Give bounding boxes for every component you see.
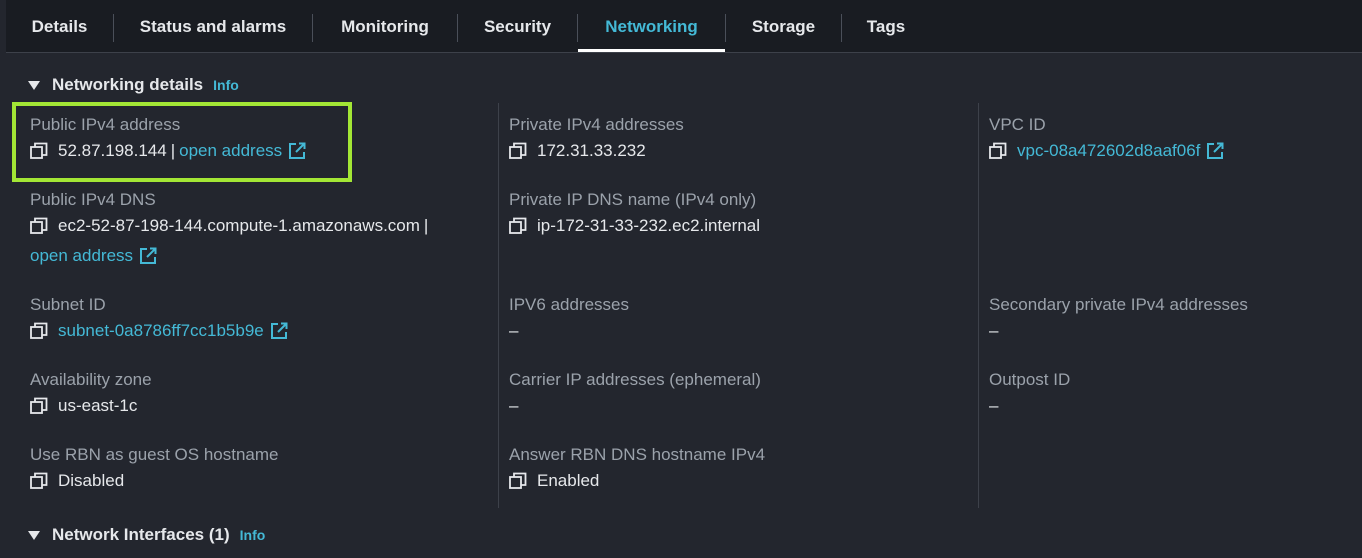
- field-label: VPC ID: [989, 115, 1046, 134]
- secondary-private-ipv4-field: Secondary private IPv4 addresses –: [989, 293, 1362, 345]
- tab-storage[interactable]: Storage: [726, 0, 841, 52]
- caret-down-icon[interactable]: [28, 80, 40, 90]
- field-value: subnet-0a8786ff7cc1b5b9e: [30, 317, 470, 345]
- external-link-icon[interactable]: [1206, 142, 1224, 160]
- availability-zone-value[interactable]: us-east-1c: [58, 392, 137, 420]
- open-address-link[interactable]: open address: [179, 137, 282, 165]
- outpost-id-field: Outpost ID –: [989, 368, 1362, 420]
- private-ipv4-field: Private IPv4 addresses 172.31.33.232: [509, 113, 949, 165]
- copy-icon[interactable]: [509, 472, 527, 490]
- tab-networking[interactable]: Networking: [578, 0, 725, 52]
- external-link-icon[interactable]: [288, 142, 306, 160]
- vpc-id-link[interactable]: vpc-08a472602d8aaf06f: [1017, 137, 1200, 165]
- field-value-link: open address: [30, 242, 470, 270]
- private-ipv4-value[interactable]: 172.31.33.232: [537, 137, 646, 165]
- field-value: Disabled: [30, 467, 470, 495]
- field-label: Use RBN as guest OS hostname: [30, 445, 279, 464]
- field-value: ip-172-31-33-232.ec2.internal: [509, 212, 949, 240]
- subnet-id-field: Subnet ID subnet-0a8786ff7cc1b5b9e: [30, 293, 470, 345]
- copy-icon[interactable]: [30, 472, 48, 490]
- rbn-hostname-value[interactable]: Disabled: [58, 467, 124, 495]
- section-title: Network Interfaces (1): [52, 525, 230, 544]
- field-label: Private IP DNS name (IPv4 only): [509, 190, 757, 209]
- ipv6-field: IPV6 addresses –: [509, 293, 949, 345]
- tab-monitoring[interactable]: Monitoring: [313, 0, 457, 52]
- field-label: Outpost ID: [989, 370, 1071, 389]
- copy-icon[interactable]: [509, 217, 527, 235]
- empty-value: –: [509, 321, 519, 340]
- copy-icon[interactable]: [989, 142, 1007, 160]
- separator: |: [170, 141, 176, 160]
- tab-status-and-alarms[interactable]: Status and alarms: [114, 0, 312, 52]
- public-ipv4-field: Public IPv4 address 52.87.198.144 | open…: [30, 113, 470, 165]
- rbn-dns-field: Answer RBN DNS hostname IPv4 Enabled: [509, 443, 949, 495]
- column-divider: [978, 103, 979, 508]
- separator: |: [423, 216, 429, 235]
- field-value: –: [509, 392, 949, 420]
- field-value: ec2-52-87-198-144.compute-1.amazonaws.co…: [30, 212, 470, 240]
- section-title: Networking details: [52, 75, 204, 94]
- tab-bar: Details Status and alarms Monitoring Sec…: [6, 0, 1362, 53]
- field-label: Public IPv4 address: [30, 115, 181, 134]
- private-dns-value[interactable]: ip-172-31-33-232.ec2.internal: [537, 212, 760, 240]
- empty-value: –: [509, 396, 519, 415]
- copy-icon[interactable]: [30, 217, 48, 235]
- field-label: Subnet ID: [30, 295, 106, 314]
- field-label: IPV6 addresses: [509, 295, 630, 314]
- field-label: Answer RBN DNS hostname IPv4: [509, 445, 766, 464]
- private-dns-field: Private IP DNS name (IPv4 only) ip-172-3…: [509, 188, 949, 240]
- subnet-id-link[interactable]: subnet-0a8786ff7cc1b5b9e: [58, 317, 264, 345]
- open-address-link[interactable]: open address: [30, 242, 133, 270]
- external-link-icon[interactable]: [139, 247, 157, 265]
- field-value: –: [989, 317, 1362, 345]
- copy-icon[interactable]: [509, 142, 527, 160]
- copy-icon[interactable]: [30, 322, 48, 340]
- field-label: Secondary private IPv4 addresses: [989, 295, 1248, 314]
- field-value: –: [989, 392, 1362, 420]
- column-divider: [498, 103, 499, 508]
- vpc-id-field: VPC ID vpc-08a472602d8aaf06f: [989, 113, 1362, 165]
- empty-value: –: [989, 321, 999, 340]
- field-value: Enabled: [509, 467, 949, 495]
- field-label: Availability zone: [30, 370, 152, 389]
- info-link[interactable]: Info: [240, 527, 266, 543]
- public-dns-value[interactable]: ec2-52-87-198-144.compute-1.amazonaws.co…: [58, 212, 420, 240]
- networking-panel: Networking details Info Public IPv4 addr…: [6, 53, 1362, 558]
- copy-icon[interactable]: [30, 142, 48, 160]
- field-value: us-east-1c: [30, 392, 470, 420]
- field-value: 52.87.198.144 | open address: [30, 137, 470, 165]
- external-link-icon[interactable]: [270, 322, 288, 340]
- field-value: 172.31.33.232: [509, 137, 949, 165]
- field-label: Public IPv4 DNS: [30, 190, 156, 209]
- copy-icon[interactable]: [30, 397, 48, 415]
- rbn-dns-value[interactable]: Enabled: [537, 467, 599, 495]
- field-label: Carrier IP addresses (ephemeral): [509, 370, 761, 389]
- caret-down-icon[interactable]: [28, 530, 40, 540]
- tab-tags[interactable]: Tags: [842, 0, 930, 52]
- field-value: –: [509, 317, 949, 345]
- availability-zone-field: Availability zone us-east-1c: [30, 368, 470, 420]
- carrier-ip-field: Carrier IP addresses (ephemeral) –: [509, 368, 949, 420]
- field-label: Private IPv4 addresses: [509, 115, 684, 134]
- tab-details[interactable]: Details: [6, 0, 113, 52]
- tab-security[interactable]: Security: [458, 0, 577, 52]
- public-dns-field: Public IPv4 DNS ec2-52-87-198-144.comput…: [30, 188, 470, 270]
- networking-details-header[interactable]: Networking details Info: [28, 75, 239, 95]
- rbn-hostname-field: Use RBN as guest OS hostname Disabled: [30, 443, 470, 495]
- info-link[interactable]: Info: [213, 77, 239, 93]
- empty-value: –: [989, 396, 999, 415]
- public-ipv4-value[interactable]: 52.87.198.144: [58, 137, 167, 165]
- network-interfaces-header[interactable]: Network Interfaces (1) Info: [28, 525, 265, 545]
- field-value: vpc-08a472602d8aaf06f: [989, 137, 1362, 165]
